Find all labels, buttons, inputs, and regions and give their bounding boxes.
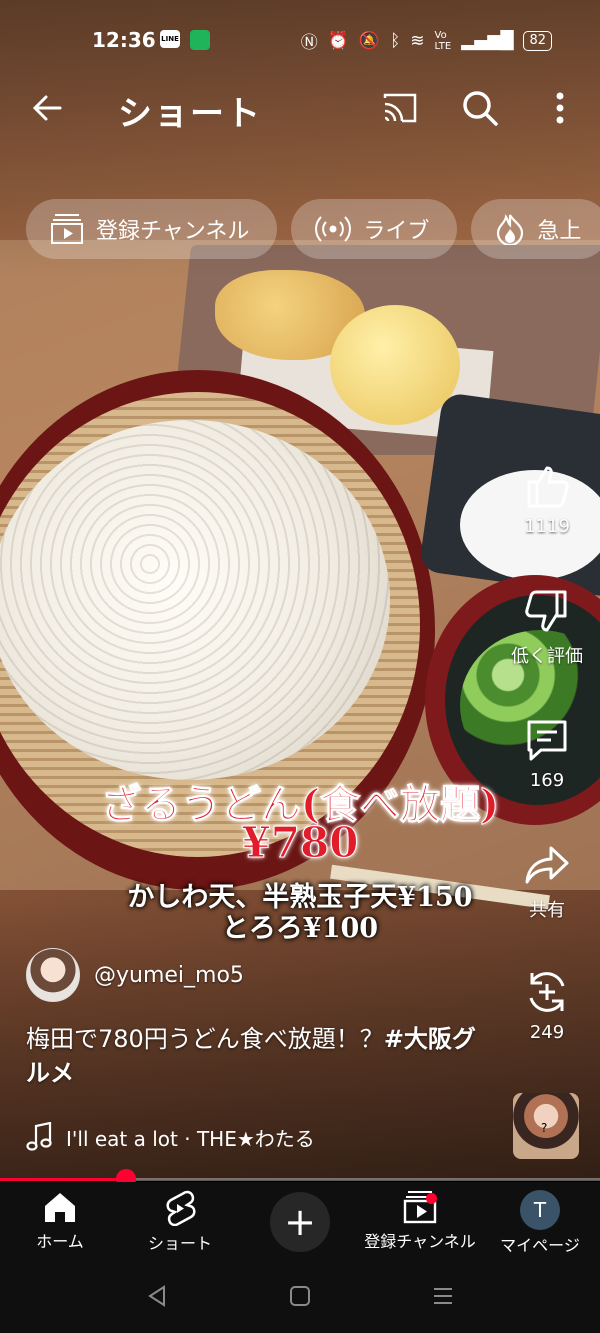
dislike-label: 低く評価 <box>511 646 583 667</box>
share-icon <box>525 846 569 884</box>
remix-count: 249 <box>529 1022 565 1043</box>
bluetooth-icon: ᛒ <box>390 30 401 51</box>
nav-home[interactable]: ホーム <box>5 1190 115 1252</box>
thumbs-down-icon <box>525 590 567 632</box>
music-track: I'll eat a lot · THE★わたる <box>66 1126 315 1151</box>
share-button[interactable]: 共有 <box>506 842 588 922</box>
volte-icon: Vo LTE <box>434 29 452 52</box>
create-button[interactable]: + <box>270 1192 330 1252</box>
remix-button[interactable]: 249 <box>506 968 588 1043</box>
comment-icon <box>527 720 567 761</box>
thumbs-up-icon <box>527 466 569 508</box>
trending-icon <box>497 214 524 245</box>
system-home-icon[interactable] <box>289 1284 311 1308</box>
share-label: 共有 <box>529 900 565 921</box>
nav-subscriptions-label: 登録チャンネル <box>364 1232 476 1251</box>
channel-info[interactable]: @yumei_mo5 <box>26 948 244 1002</box>
channel-handle[interactable]: @yumei_mo5 <box>94 963 244 988</box>
home-icon <box>45 1193 75 1222</box>
channel-avatar[interactable] <box>26 948 80 1002</box>
app-bar: ショート <box>0 80 600 136</box>
alarm-icon: ⏰ <box>327 30 349 51</box>
chip-subscriptions[interactable]: 登録チャンネル <box>26 199 278 259</box>
bottom-nav: ホーム ショート + 登録チャンネル T マイページ <box>0 1182 600 1262</box>
video-caption[interactable]: 梅田で780円うどん食べ放題！？#大阪グルメ <box>26 1022 496 1090</box>
nav-subscriptions[interactable]: 登録チャンネル <box>360 1190 480 1252</box>
egg-tempura <box>330 305 460 425</box>
filter-chips: 登録チャンネル ライブ 急上 <box>26 199 600 259</box>
progress-fill <box>0 1178 126 1181</box>
signal-icon: ▂▄▆█ <box>461 30 514 51</box>
caption-text: 梅田で780円うどん食べ放題！？ <box>26 1025 384 1053</box>
account-avatar: T <box>520 1190 560 1230</box>
live-icon <box>315 216 352 242</box>
chip-live-label: ライブ <box>363 219 430 244</box>
comment-count: 169 <box>529 770 565 791</box>
new-content-dot <box>426 1193 437 1204</box>
system-recents-icon[interactable] <box>432 1284 454 1308</box>
nav-mypage[interactable]: T マイページ <box>490 1190 590 1256</box>
video-progress-bar[interactable] <box>0 1169 600 1189</box>
chip-subscriptions-label: 登録チャンネル <box>96 219 250 244</box>
cast-icon[interactable] <box>382 92 418 124</box>
wifi-icon: ≋ <box>410 30 425 51</box>
mute-icon: 🔕 <box>358 30 381 51</box>
status-icons: Ⓝ ⏰ 🔕 ᛒ ≋ Vo LTE ▂▄▆█ 82 <box>301 28 552 53</box>
plus-icon: + <box>284 1200 316 1244</box>
nav-shorts[interactable]: ショート <box>125 1190 235 1254</box>
comments-button[interactable]: 169 <box>506 716 588 791</box>
chip-live[interactable]: ライブ <box>291 199 458 259</box>
subscriptions-icon <box>51 214 83 244</box>
remix-icon <box>529 972 565 1012</box>
search-icon[interactable] <box>460 88 500 128</box>
music-info[interactable]: I'll eat a lot · THE★わたる <box>26 1122 315 1152</box>
more-vert-icon[interactable] <box>548 88 572 128</box>
dislike-button[interactable]: 低く評価 <box>506 588 588 668</box>
battery-indicator: 82 <box>523 30 552 51</box>
music-note-icon <box>26 1122 52 1151</box>
nav-home-label: ホーム <box>36 1232 84 1251</box>
page-title: ショート <box>118 94 262 134</box>
sound-thumbnail[interactable] <box>513 1093 579 1159</box>
status-bar: 12:36 LINE Ⓝ ⏰ 🔕 ᛒ ≋ Vo LTE ▂▄▆█ 82 <box>0 22 600 58</box>
nav-shorts-label: ショート <box>147 1234 212 1253</box>
like-button[interactable]: 1119 <box>506 462 588 537</box>
chip-trending[interactable]: 急上 <box>471 199 600 259</box>
nfc-icon: Ⓝ <box>300 33 318 53</box>
shorts-icon <box>166 1190 196 1226</box>
nav-mypage-label: マイページ <box>500 1236 580 1255</box>
udon-noodles <box>0 420 390 780</box>
system-back-icon[interactable] <box>146 1284 168 1308</box>
system-nav-bar <box>0 1262 600 1333</box>
battery-app-icon <box>190 30 210 50</box>
like-count: 1119 <box>524 516 570 537</box>
clock: 12:36 <box>92 28 156 52</box>
line-app-icon: LINE <box>160 30 180 48</box>
chip-trending-label: 急上 <box>537 219 582 244</box>
back-arrow-icon[interactable] <box>28 88 68 128</box>
